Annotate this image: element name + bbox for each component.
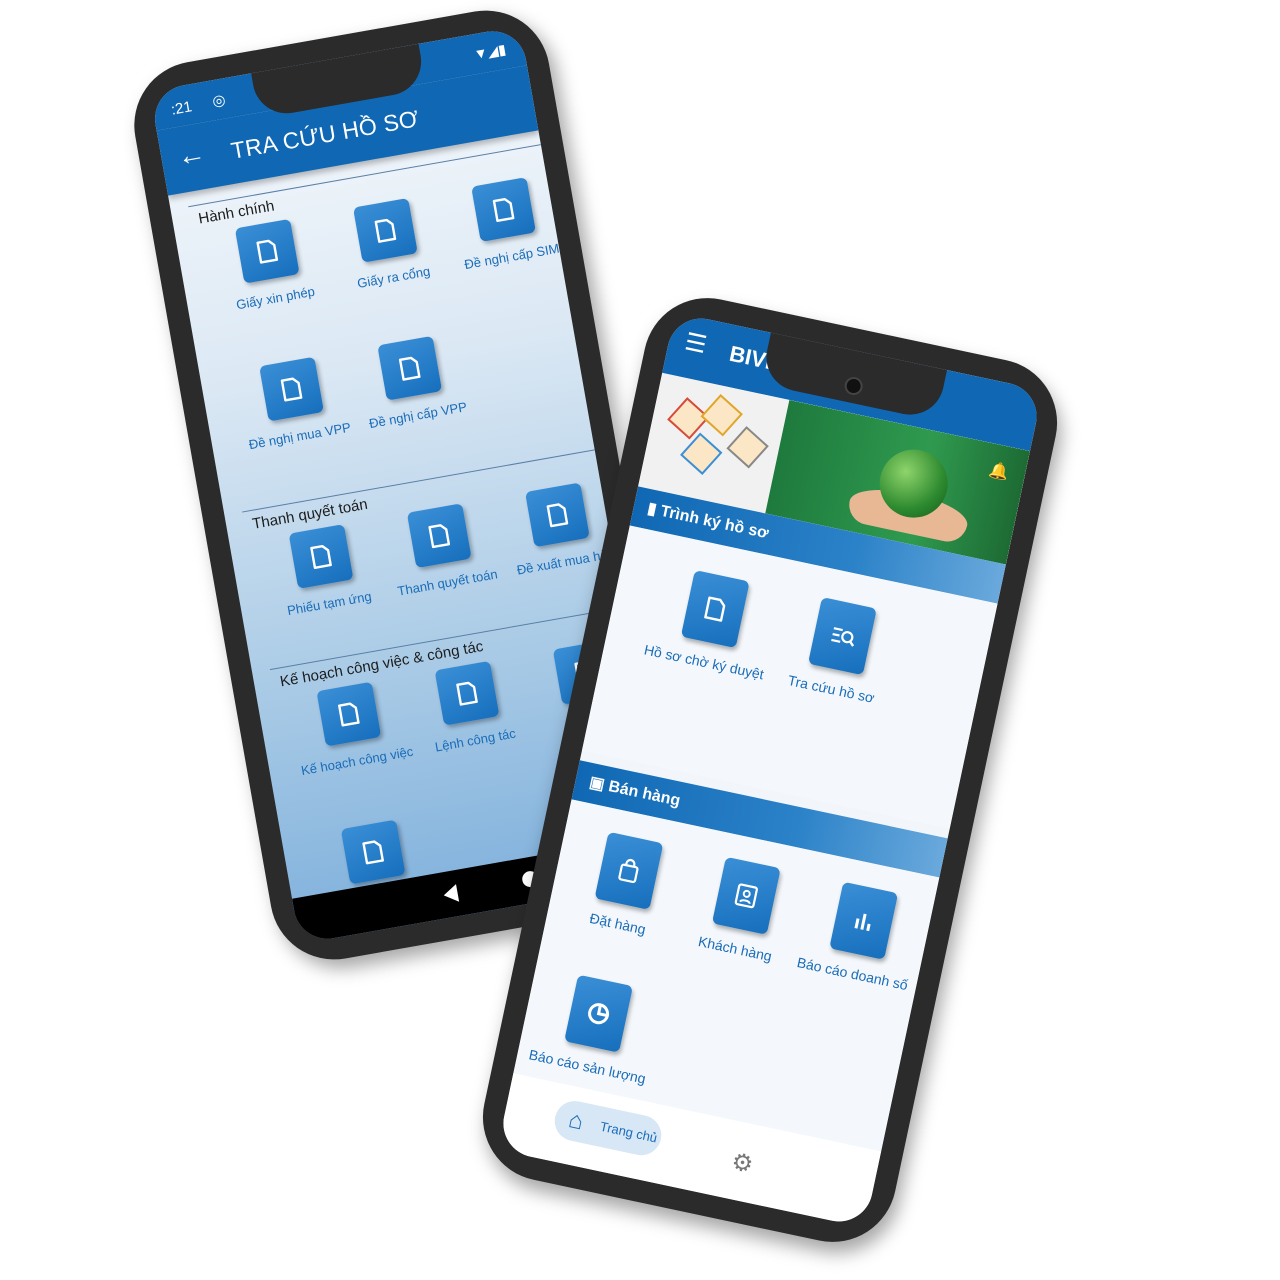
tile-label: Khách hàng [696, 933, 774, 965]
shopping-bag-icon [594, 831, 664, 910]
tile-giay-ra-cong[interactable]: Giấy ra cổng [321, 192, 454, 295]
pie-chart-icon [564, 974, 634, 1053]
tile-thanh-quyet-toan[interactable]: Thanh quyết toán [375, 498, 508, 601]
tile-label: Kế hoạch công việc [299, 743, 415, 779]
document-icon [377, 335, 443, 401]
tile-phieu-tam-ung[interactable]: Phiếu tạm ứng [257, 519, 390, 622]
tile-label: Đề nghị cấp SIM [463, 240, 561, 273]
settings-gear-icon[interactable]: ⚙ [729, 1147, 756, 1180]
search-list-icon [807, 597, 877, 676]
tile-label: Hồ sơ chờ ký duyệt [642, 641, 766, 683]
document-icon [352, 197, 418, 263]
document-icon [434, 660, 500, 726]
page-title: TRA CỨU HỒ SƠ [229, 105, 421, 164]
nav-back-icon[interactable] [442, 884, 460, 905]
tile-label: Đề nghị mua VPP [247, 419, 352, 453]
section-title: Bán hàng [606, 777, 682, 810]
document-icon [234, 218, 300, 284]
home-icon: ⌂ [566, 1106, 586, 1136]
tile-de-nghi-cap-sim[interactable]: Đề nghị cấp SIM [440, 172, 573, 275]
tile-label: Tra cứu hồ sơ [786, 671, 876, 706]
document-icon [406, 503, 472, 569]
banner-decoration [680, 432, 723, 475]
banner-decoration [726, 426, 769, 469]
tile-bao-cao-san-luong[interactable]: Báo cáo sản lượng [522, 967, 669, 1088]
tile-label: Giấy xin phép [235, 283, 316, 313]
signal-icon: ▼◢▮ [472, 40, 508, 63]
document-icon [288, 524, 354, 589]
tile-label: Đề nghị cấp VPP [367, 399, 469, 432]
tile-label: Báo cáo doanh số [795, 954, 910, 994]
menu-icon[interactable]: ☰ [682, 327, 709, 360]
bell-icon[interactable]: 🔔 [987, 459, 1011, 483]
tile-label: Lệnh công tác [433, 725, 517, 755]
status-time: :21 [169, 98, 194, 119]
tile-ho-so-cho-ky-duyet[interactable]: Hồ sơ chờ ký duyệt [639, 562, 786, 683]
tile-tra-cuu-ho-so[interactable]: Tra cứu hồ sơ [766, 589, 913, 710]
document-icon [316, 681, 382, 747]
bar-chart-icon [829, 881, 899, 960]
nav-home-label: Trang chủ [598, 1118, 659, 1146]
document-icon [524, 482, 590, 548]
document-icon [340, 819, 406, 885]
document-icon [259, 356, 324, 422]
contact-card-icon [711, 856, 781, 935]
tile-de-nghi-cap-vpp[interactable]: Đề nghị cấp VPP [346, 330, 479, 433]
document-icon [471, 177, 537, 243]
tile-label: Thanh quyết toán [396, 566, 499, 599]
nav-home-button[interactable]: ⌂ Trang chủ [551, 1097, 665, 1159]
tile-ke-hoach-cong-viec[interactable]: Kế hoạch công việc [285, 676, 418, 779]
tile-giay-xin-phep[interactable]: Giấy xin phép [203, 213, 336, 316]
sync-icon: ◎ [211, 91, 227, 111]
section-hanh-chinh: Hành chính Giấy xin phép Giấy ra cổng Đề… [188, 144, 593, 502]
tile-label: Giấy ra cổng [356, 263, 432, 291]
back-arrow-icon[interactable]: ← [175, 137, 208, 173]
document-icon [680, 570, 750, 649]
tile-label: Phiếu tạm ứng [286, 588, 373, 619]
tile-lenh-cong-tac[interactable]: Lệnh công tác [403, 655, 536, 758]
tile-label: Đặt hàng [588, 909, 648, 938]
banner-decoration [700, 394, 743, 437]
tile-de-nghi-mua-vpp[interactable]: Đề nghị mua VPP [228, 351, 361, 454]
tile-bao-cao-doanh-so[interactable]: Báo cáo doanh số [787, 874, 934, 995]
